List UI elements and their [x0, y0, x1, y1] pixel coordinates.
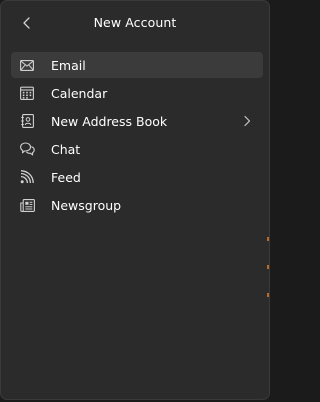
address-book-icon: [19, 113, 35, 129]
menu-item-label: Chat: [51, 141, 81, 157]
account-type-menu: Email Calendar New Address Book Chat Fee…: [11, 52, 263, 220]
menu-item-feed[interactable]: Feed: [11, 164, 263, 190]
menu-item-calendar[interactable]: Calendar: [11, 80, 263, 106]
menu-item-new-address-book[interactable]: New Address Book: [11, 108, 263, 134]
rss-feed-icon: [19, 169, 35, 185]
menu-item-label: New Address Book: [51, 113, 168, 129]
chat-bubbles-icon: [19, 141, 35, 157]
menu-item-label: Newsgroup: [51, 197, 122, 213]
page-title: New Account: [93, 15, 177, 30]
envelope-icon: [19, 57, 35, 73]
menu-item-newsgroup[interactable]: Newsgroup: [11, 192, 263, 218]
menu-item-email[interactable]: Email: [11, 52, 263, 78]
edge-highlight: [267, 237, 269, 241]
menu-item-label: Calendar: [51, 85, 108, 101]
edge-highlight: [267, 265, 269, 269]
menu-item-chat[interactable]: Chat: [11, 136, 263, 162]
new-account-panel: New Account Email Calendar New Address B…: [0, 0, 270, 400]
calendar-icon: [19, 85, 35, 101]
newsgroup-icon: [19, 197, 35, 213]
panel-header: New Account: [1, 1, 269, 45]
menu-item-label: Feed: [51, 169, 81, 185]
chevron-right-icon: [241, 115, 253, 127]
edge-highlight: [267, 293, 269, 297]
menu-item-label: Email: [51, 57, 86, 73]
